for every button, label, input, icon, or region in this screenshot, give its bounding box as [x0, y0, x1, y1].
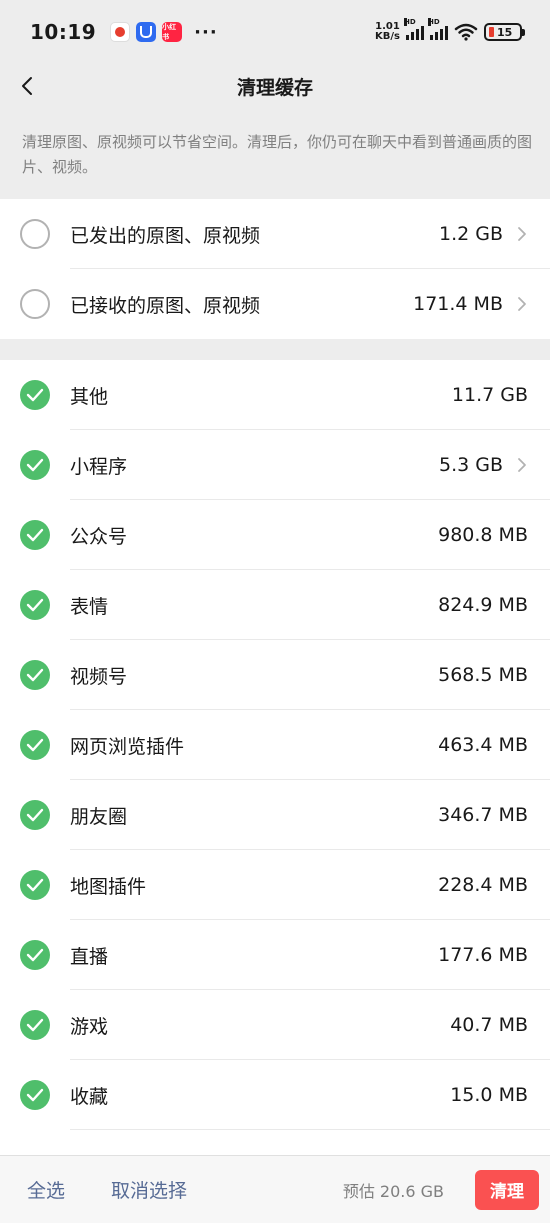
- battery-percent: 15: [497, 25, 513, 39]
- check-icon: [26, 878, 44, 892]
- list-item[interactable]: 网页浏览插件 463.4 MB: [0, 710, 550, 780]
- checkbox[interactable]: [20, 289, 50, 319]
- row-label: 直播: [70, 945, 109, 968]
- row-size: 980.8 MB: [438, 524, 528, 546]
- list-item[interactable]: 收藏 15.0 MB: [0, 1060, 550, 1130]
- row-size: 346.7 MB: [438, 804, 528, 826]
- checkbox-checked[interactable]: [20, 380, 50, 410]
- signal-icon-2: HD: [428, 18, 448, 40]
- row-size: 11.7 GB: [451, 384, 528, 406]
- checkbox-checked[interactable]: [20, 520, 50, 550]
- select-all-button[interactable]: 全选: [27, 1176, 65, 1203]
- row-size: 824.9 MB: [438, 594, 528, 616]
- status-indicators: 1.01 KB/s HD HD 15: [375, 18, 525, 42]
- xiaohongshu-app-icon: 小红书: [162, 22, 183, 42]
- list-item[interactable]: 直播 177.6 MB: [0, 920, 550, 990]
- chevron-right-icon: [518, 297, 526, 311]
- chevron-right-icon: [518, 227, 526, 241]
- checkbox-checked[interactable]: [20, 450, 50, 480]
- checkbox-checked[interactable]: [20, 1080, 50, 1110]
- list-item[interactable]: 视频号 568.5 MB: [0, 640, 550, 710]
- row-size: 171.4 MB: [413, 293, 503, 315]
- deselect-button[interactable]: 取消选择: [111, 1176, 187, 1203]
- nav-bar: 清理缓存: [0, 64, 550, 108]
- row-size: 568.5 MB: [438, 664, 528, 686]
- row-label: 公众号: [70, 525, 128, 548]
- check-icon: [26, 458, 44, 472]
- checkbox-checked[interactable]: [20, 1010, 50, 1040]
- check-icon: [26, 668, 44, 682]
- row-label: 其他: [70, 385, 109, 408]
- list-item[interactable]: 游戏 40.7 MB: [0, 990, 550, 1060]
- list-item[interactable]: 公众号 980.8 MB: [0, 500, 550, 570]
- check-icon: [26, 598, 44, 612]
- check-icon: [26, 1018, 44, 1032]
- check-icon: [26, 808, 44, 822]
- notification-icons: 小红书 ···: [110, 22, 218, 43]
- checkbox-checked[interactable]: [20, 940, 50, 970]
- status-bar: 10:19 小红书 ··· 1.01 KB/s HD HD 15: [0, 0, 550, 64]
- list-item[interactable]: 已接收的原图、原视频 171.4 MB: [0, 269, 550, 339]
- estimated-size: 预估 20.6 GB: [342, 1181, 444, 1201]
- checkbox-checked[interactable]: [20, 730, 50, 760]
- hd-label: HD: [404, 18, 416, 26]
- check-icon: [26, 948, 44, 962]
- list-item-partial[interactable]: [0, 1130, 550, 1155]
- chevron-right-icon: [518, 458, 526, 472]
- row-label: 小程序: [70, 455, 128, 478]
- checkbox-checked[interactable]: [20, 800, 50, 830]
- list-item[interactable]: 已发出的原图、原视频 1.2 GB: [0, 199, 550, 269]
- row-label: 已接收的原图、原视频: [70, 294, 261, 317]
- cache-group: 其他 11.7 GB 小程序 5.3 GB 公众号 980.8 MB 表情 82…: [0, 360, 550, 1155]
- row-size: 15.0 MB: [450, 1084, 528, 1106]
- row-label: 游戏: [70, 1015, 109, 1038]
- security-app-icon: [136, 22, 157, 42]
- check-icon: [26, 1088, 44, 1102]
- list-item[interactable]: 地图插件 228.4 MB: [0, 850, 550, 920]
- wifi-icon: [454, 23, 478, 41]
- check-icon: [26, 738, 44, 752]
- checkbox-checked[interactable]: [20, 870, 50, 900]
- page-title: 清理缓存: [236, 76, 313, 99]
- row-label: 收藏: [70, 1085, 109, 1108]
- hd-label-2: HD: [428, 18, 440, 26]
- row-label: 地图插件: [70, 875, 147, 898]
- chevron-left-icon[interactable]: [16, 72, 44, 100]
- checkbox[interactable]: [20, 219, 50, 249]
- row-label: 视频号: [70, 665, 128, 688]
- check-icon: [26, 528, 44, 542]
- row-size: 463.4 MB: [438, 734, 528, 756]
- row-label: 网页浏览插件: [70, 735, 185, 758]
- row-size: 1.2 GB: [438, 223, 503, 245]
- row-size: 5.3 GB: [438, 454, 503, 476]
- clean-button[interactable]: 清理: [475, 1169, 539, 1210]
- list-item[interactable]: 表情 824.9 MB: [0, 570, 550, 640]
- row-size: 40.7 MB: [450, 1014, 528, 1036]
- row-size: 177.6 MB: [438, 944, 528, 966]
- status-time: 10:19: [30, 20, 97, 44]
- page-description: 清理原图、原视频可以节省空间。清理后，你仍可在聊天中看到普通画质的图片、视频。: [22, 133, 533, 176]
- row-size: 228.4 MB: [438, 874, 528, 896]
- list-item[interactable]: 小程序 5.3 GB: [0, 430, 550, 500]
- checkbox-checked[interactable]: [20, 660, 50, 690]
- row-label: 表情: [70, 595, 109, 618]
- row-label: 朋友圈: [70, 805, 128, 828]
- original-media-group: 已发出的原图、原视频 1.2 GB 已接收的原图、原视频 171.4 MB: [0, 199, 550, 339]
- battery-level: [489, 27, 494, 37]
- checkbox-checked[interactable]: [20, 590, 50, 620]
- network-speed: 1.01 KB/s: [375, 22, 400, 42]
- battery-icon: 15: [484, 23, 525, 41]
- network-speed-unit: KB/s: [375, 31, 400, 42]
- map-app-icon: [110, 22, 131, 42]
- more-notifications-icon: ···: [194, 21, 218, 43]
- signal-icon: HD: [404, 18, 424, 40]
- row-label: 已发出的原图、原视频: [70, 224, 261, 247]
- check-icon: [26, 388, 44, 402]
- bottom-action-bar: 全选 取消选择 预估 20.6 GB 清理: [0, 1155, 550, 1223]
- list-item[interactable]: 其他 11.7 GB: [0, 360, 550, 430]
- list-item[interactable]: 朋友圈 346.7 MB: [0, 780, 550, 850]
